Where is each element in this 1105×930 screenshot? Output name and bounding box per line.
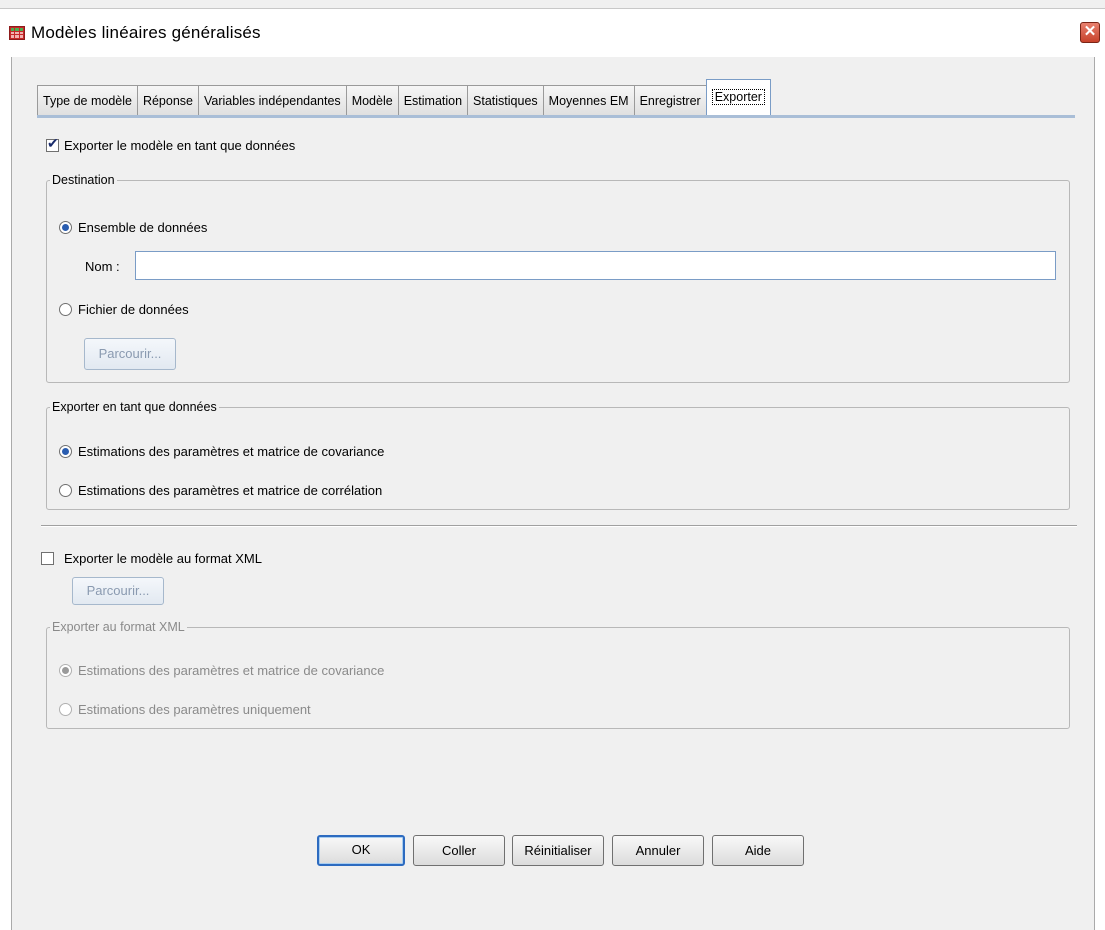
browse-xml-button[interactable]: Parcourir...: [72, 577, 164, 605]
cancel-button[interactable]: Annuler: [612, 835, 704, 866]
tab-save[interactable]: Enregistrer: [633, 85, 707, 115]
tab-statistics[interactable]: Statistiques: [467, 85, 544, 115]
dialog-content: Type de modèle Réponse Variables indépen…: [12, 57, 1094, 930]
export-data-checkbox-label[interactable]: Exporter le modèle en tant que données: [64, 138, 295, 153]
reset-button[interactable]: Réinitialiser: [512, 835, 604, 866]
tab-em-means[interactable]: Moyennes EM: [542, 85, 635, 115]
data-file-radio-label[interactable]: Fichier de données: [78, 302, 189, 317]
help-button[interactable]: Aide: [712, 835, 804, 866]
xml-cov-radio-label[interactable]: Estimations des paramètres et matrice de…: [78, 663, 384, 678]
name-field-label: Nom :: [85, 259, 120, 274]
tab-predictors[interactable]: Variables indépendantes: [198, 85, 347, 115]
destination-group: Destination Ensemble de données Nom : Fi…: [46, 173, 1070, 383]
close-icon[interactable]: ✕: [1080, 22, 1100, 43]
xml-params-radio[interactable]: [59, 703, 72, 716]
window-title: Modèles linéaires généralisés: [31, 23, 261, 42]
section-separator: [41, 525, 1077, 527]
data-file-radio[interactable]: [59, 303, 72, 316]
tab-estimation[interactable]: Estimation: [397, 85, 469, 115]
data-corr-radio-label[interactable]: Estimations des paramètres et matrice de…: [78, 483, 382, 498]
export-as-data-legend: Exporter en tant que données: [50, 400, 219, 414]
data-cov-radio-label[interactable]: Estimations des paramètres et matrice de…: [78, 444, 384, 459]
tab-strip: Type de modèle Réponse Variables indépen…: [37, 79, 771, 115]
export-data-checkbox[interactable]: [46, 135, 59, 152]
data-corr-radio[interactable]: [59, 484, 72, 497]
data-cov-radio[interactable]: [59, 445, 72, 458]
destination-legend: Destination: [50, 173, 117, 187]
window-frame-right: [1094, 57, 1105, 930]
xml-cov-radio[interactable]: [59, 664, 72, 677]
title-bar[interactable]: Modèles linéaires généralisés ✕: [0, 8, 1105, 57]
export-xml-checkbox[interactable]: [41, 552, 54, 565]
tab-model-type[interactable]: Type de modèle: [37, 85, 138, 115]
tab-export-label: Exporter: [711, 89, 765, 105]
dataset-radio-label[interactable]: Ensemble de données: [78, 220, 207, 235]
browse-data-file-button[interactable]: Parcourir...: [84, 338, 176, 370]
export-xml-checkbox-label[interactable]: Exporter le modèle au format XML: [64, 551, 262, 566]
export-as-data-group: Exporter en tant que données Estimations…: [46, 400, 1070, 510]
export-xml-legend: Exporter au format XML: [50, 620, 187, 634]
tab-export[interactable]: Exporter: [705, 79, 771, 115]
dataset-radio[interactable]: [59, 221, 72, 234]
tab-response[interactable]: Réponse: [136, 85, 199, 115]
name-input[interactable]: [135, 251, 1056, 280]
tab-model[interactable]: Modèle: [345, 85, 399, 115]
ok-button[interactable]: OK: [317, 835, 405, 866]
spss-app-icon: [9, 26, 25, 40]
paste-button[interactable]: Coller: [413, 835, 505, 866]
xml-params-radio-label[interactable]: Estimations des paramètres uniquement: [78, 702, 311, 717]
window-frame-left: [0, 57, 12, 930]
export-xml-group: Exporter au format XML Estimations des p…: [46, 620, 1070, 729]
export-tab-pane: Exporter le modèle en tant que données D…: [37, 118, 1077, 918]
dialog-window: Modèles linéaires généralisés ✕ Type de …: [0, 0, 1105, 930]
